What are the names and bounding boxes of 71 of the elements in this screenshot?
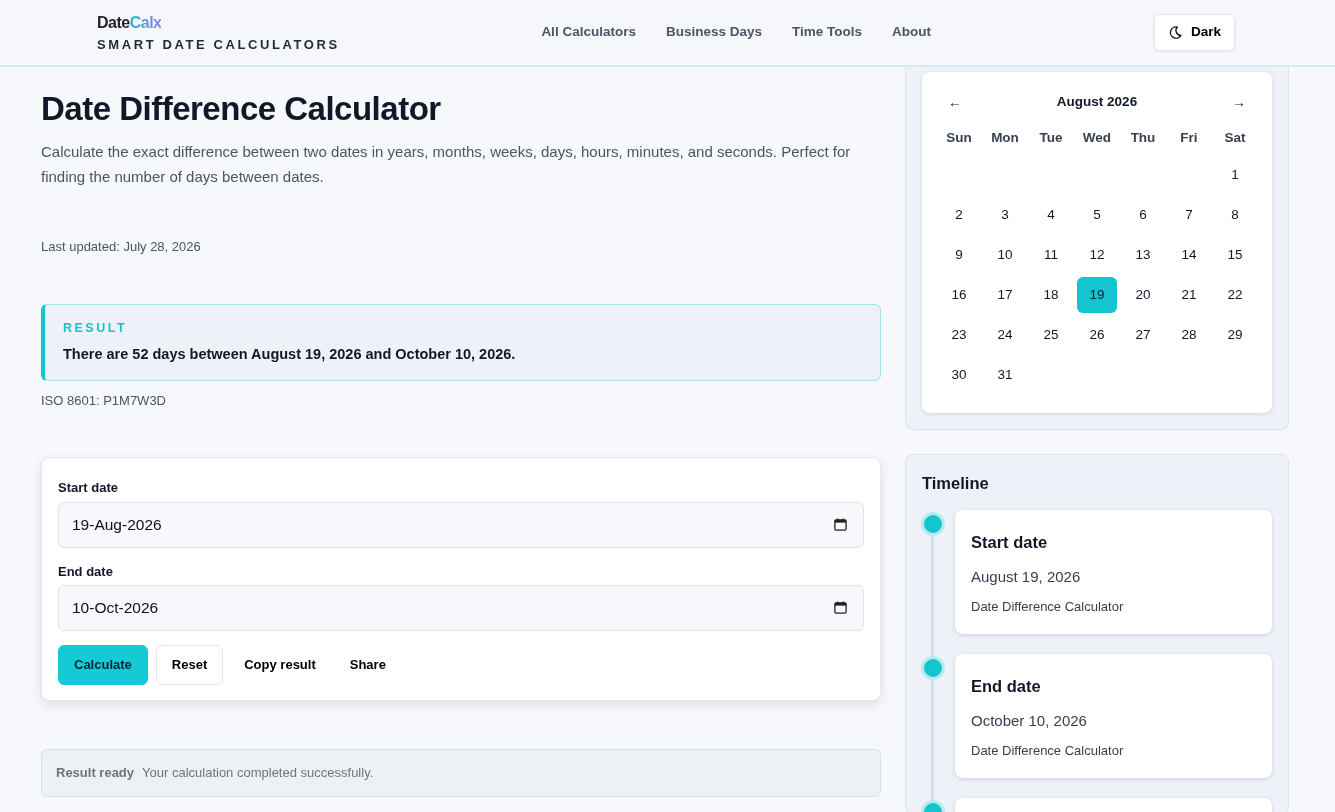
timeline-card-date: October 10, 2026: [971, 710, 1088, 731]
timeline-card-title: End date: [971, 675, 1042, 697]
weekday-label: Tue: [1038, 129, 1064, 147]
date-field[interactable]: 10-Oct-2026: [58, 585, 864, 632]
next-month-button[interactable]: →: [1228, 92, 1250, 113]
nav-link[interactable]: Time Tools: [791, 22, 862, 43]
calendar-day[interactable]: 31: [985, 357, 1025, 394]
calendar-day[interactable]: 6: [1123, 197, 1163, 234]
last-updated: Last updated: July 28, 2026: [41, 237, 202, 256]
weekday-label: Thu: [1129, 129, 1157, 147]
result-text: There are 52 days between August 19, 2026 and October 10, 2026.: [63, 344, 517, 364]
calendar-day[interactable]: 26: [1077, 317, 1117, 354]
calendar-day[interactable]: 23: [939, 317, 979, 354]
date-field[interactable]: 19-Aug-2026: [58, 501, 864, 548]
status-title: Result ready: [56, 764, 135, 783]
calendar-day[interactable]: 4: [1031, 197, 1071, 234]
timeline-title: Timeline: [922, 473, 990, 495]
nav-link[interactable]: About: [892, 22, 931, 43]
calendar-day[interactable]: 21: [1169, 277, 1209, 314]
calendar-day[interactable]: 15: [1215, 237, 1255, 274]
calendar-day[interactable]: 18: [1031, 277, 1071, 314]
brand-tagline: SMART DATE CALCULATORS: [97, 35, 340, 54]
result-label: RESULT: [63, 320, 129, 338]
prev-month-button[interactable]: ←: [944, 92, 966, 113]
nav-link[interactable]: All Calculators: [541, 22, 636, 43]
theme-toggle-button[interactable]: Dark: [1153, 14, 1235, 51]
timeline-card-title: Start date: [971, 532, 1049, 553]
month-title: August 2026: [1056, 93, 1138, 112]
calendar-day[interactable]: 14: [1169, 237, 1209, 274]
action-button[interactable]: Reset: [155, 645, 224, 686]
action-button[interactable]: Share: [336, 645, 399, 686]
calendar-day[interactable]: 2: [939, 197, 979, 234]
nav-link[interactable]: Business Days: [665, 22, 762, 43]
calendar-day[interactable]: 16: [939, 277, 979, 314]
calendar-day[interactable]: 12: [1077, 237, 1117, 274]
timeline-card-date: August 19, 2026: [971, 566, 1082, 587]
page-description: Calculate the exact difference between two dates in years, months, weeks, days, hours, minutes, and seconds. Perfect for finding the number of days between dates.: [41, 141, 852, 187]
calendar-day[interactable]: 10: [985, 237, 1025, 274]
calendar-day[interactable]: 27: [1123, 317, 1163, 354]
brand-logo[interactable]: DateCalx: [97, 10, 340, 35]
weekday-label: Sat: [1223, 129, 1247, 147]
weekday-label: Wed: [1081, 129, 1113, 147]
weekday-label: Mon: [990, 129, 1020, 147]
calendar-day[interactable]: 30: [939, 357, 979, 394]
timeline-card-source: Date Difference Calculator: [971, 598, 1125, 617]
iso-duration: ISO 8601: P1M7W3D: [41, 391, 167, 410]
action-button[interactable]: Copy result: [231, 645, 329, 686]
calendar-day[interactable]: 17: [985, 277, 1025, 314]
action-button[interactable]: Calculate: [58, 645, 148, 686]
calendar-day[interactable]: 25: [1031, 317, 1071, 354]
calendar-day[interactable]: 1: [1215, 157, 1255, 194]
calendar-day[interactable]: 13: [1123, 237, 1163, 274]
weekday-label: Sun: [945, 129, 973, 147]
calendar-day[interactable]: 20: [1123, 277, 1163, 314]
calendar-day[interactable]: 5: [1077, 197, 1117, 234]
calendar-day[interactable]: 28: [1169, 317, 1209, 354]
timeline-card-source: Date Difference Calculator: [971, 742, 1125, 760]
weekday-label: Fri: [1179, 129, 1199, 147]
calendar-day[interactable]: 24: [985, 317, 1025, 354]
calendar-day[interactable]: 3: [985, 197, 1025, 234]
calendar-day[interactable]: 22: [1215, 277, 1255, 314]
calendar-day[interactable]: 9: [939, 237, 979, 274]
calendar-day[interactable]: 19: [1077, 277, 1117, 314]
calendar-day[interactable]: 29: [1215, 317, 1255, 354]
field-label: Start date: [58, 479, 119, 498]
field-label: End date: [58, 562, 114, 581]
page-title: Date Difference Calculator: [41, 89, 442, 129]
calendar-day[interactable]: 7: [1169, 197, 1209, 234]
status-message: Your calculation completed successfully.: [142, 764, 374, 783]
calendar-day[interactable]: 11: [1031, 237, 1071, 274]
calendar-day[interactable]: 8: [1215, 197, 1255, 234]
